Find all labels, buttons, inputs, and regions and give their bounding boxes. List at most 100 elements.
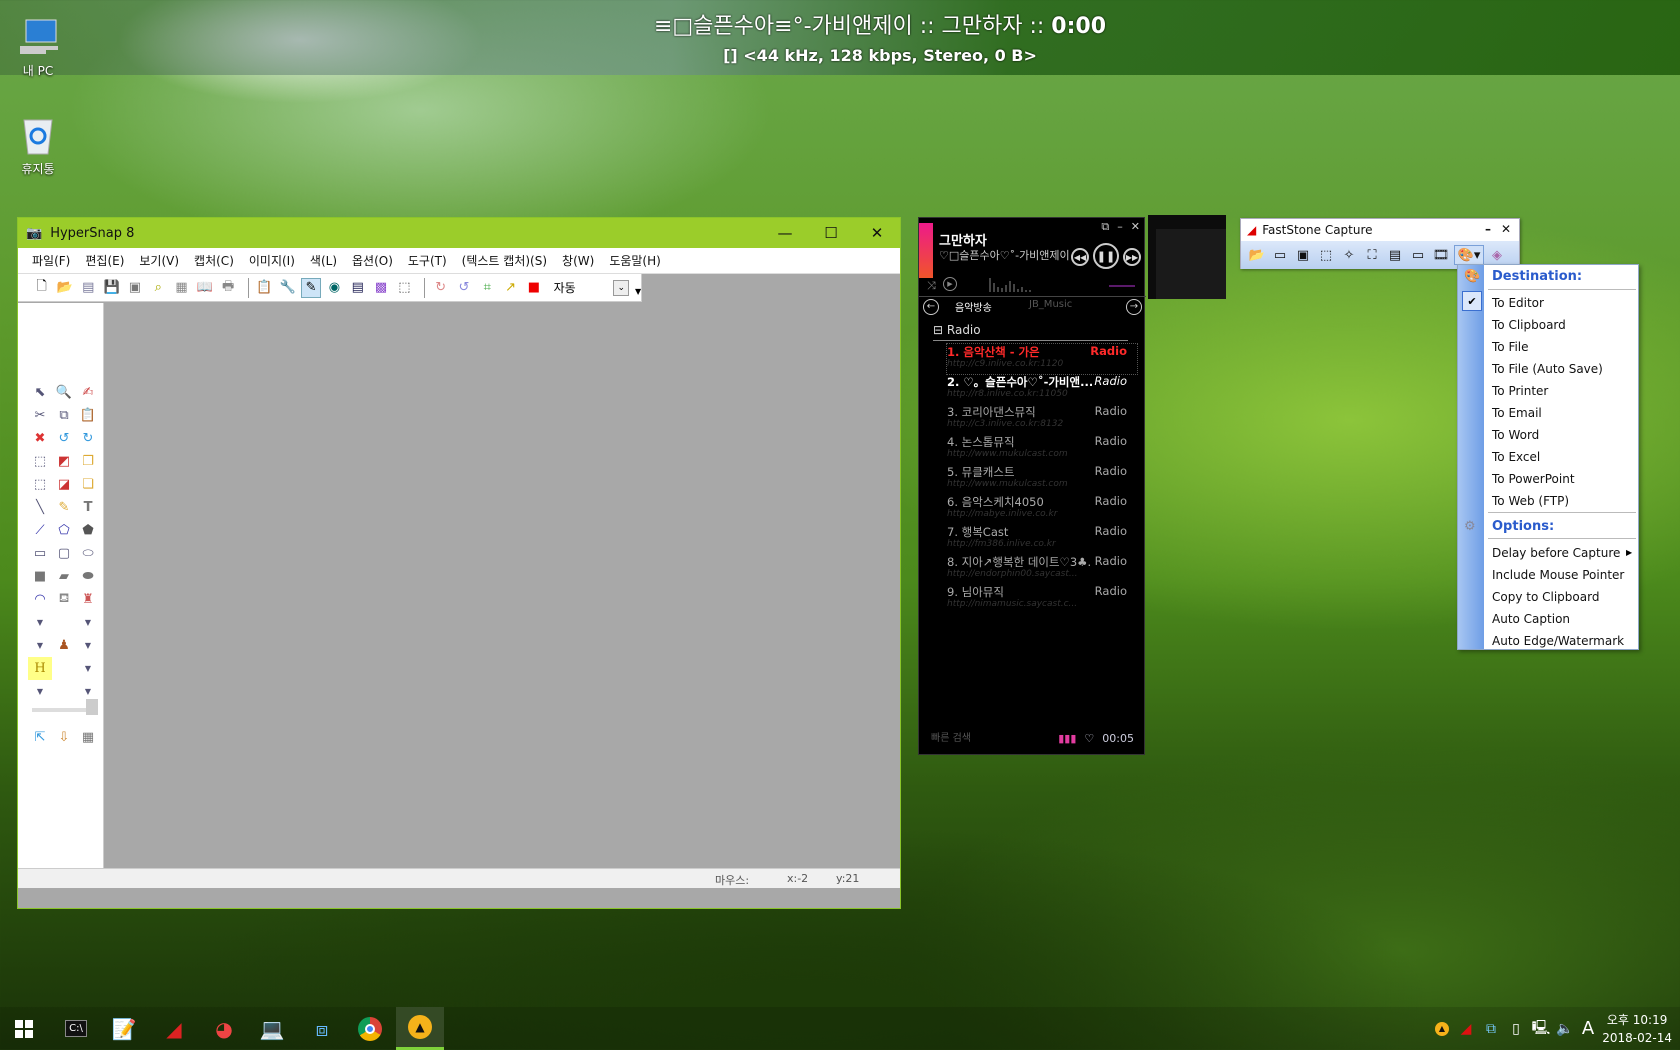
volume-bar[interactable] — [1109, 285, 1135, 287]
pencil-icon[interactable]: ✎ — [52, 496, 76, 519]
capture-active-icon[interactable]: ▩ — [371, 278, 390, 298]
menu-item-to-word[interactable]: To Word — [1492, 425, 1632, 445]
stamp-pen-icon[interactable]: ✍ — [76, 381, 100, 404]
polygon-icon[interactable]: ⬠ — [52, 519, 76, 542]
playlist-group[interactable]: ⊟ Radio — [933, 323, 981, 337]
filled-polygon-icon[interactable]: ⬟ — [76, 519, 100, 542]
save-icon[interactable]: 💾 — [102, 278, 121, 298]
color-icon[interactable]: ■ — [524, 278, 543, 298]
taskbar-faststone[interactable]: ◢ — [150, 1007, 198, 1050]
menu-option-copy-to-clipboard[interactable]: Copy to Clipboard — [1492, 587, 1632, 607]
filled-rounded-rect-icon[interactable]: ▰ — [52, 565, 76, 588]
zoom-dropdown[interactable]: ⌄ — [613, 279, 629, 296]
color-dropdown[interactable]: ▼ — [28, 680, 52, 703]
pause-button[interactable]: ❚❚ — [1093, 243, 1119, 269]
import-icon[interactable]: ⇩ — [52, 726, 76, 749]
ellipse-icon[interactable]: ⬭ — [76, 542, 100, 565]
menu-item-to-web-ftp[interactable]: To Web (FTP) — [1492, 491, 1632, 511]
taskbar-notepad[interactable]: 📝 — [100, 1007, 148, 1050]
capture-window-icon[interactable]: ◉ — [325, 278, 344, 298]
cut-icon[interactable]: ✂ — [28, 404, 52, 427]
capture-scrolling-icon[interactable]: ▤ — [1385, 245, 1405, 265]
close-button[interactable]: ✕ — [854, 218, 900, 248]
thumbnails-icon[interactable]: ▦ — [172, 278, 191, 298]
taskbar-aimp[interactable]: ▲ — [396, 1007, 444, 1050]
tray-ethernet-icon[interactable]: 🖳 — [1530, 1007, 1552, 1050]
copy-icon[interactable]: ⧉ — [52, 404, 76, 427]
bring-front-icon[interactable]: ❐ — [76, 450, 100, 473]
capture-settings-icon[interactable]: ✎ — [301, 277, 321, 298]
start-button[interactable] — [0, 1007, 48, 1050]
open-icon[interactable]: 📂 — [1247, 245, 1267, 265]
opacity-slider-handle[interactable] — [86, 699, 98, 715]
menu-image[interactable]: 이미지(I) — [249, 252, 295, 269]
new-icon[interactable]: 🗋 — [32, 278, 51, 298]
station-item[interactable]: 7. 행복Cast Radio http://fm386.inlive.co.kr — [947, 524, 1137, 554]
menu-file[interactable]: 파일(F) — [32, 252, 70, 269]
stamp-dropdown[interactable]: ▼ — [28, 634, 52, 657]
mini-mode-icon[interactable]: ⧉ — [1101, 220, 1109, 234]
station-item[interactable]: 8. 지아↗행복한 데이트♡3♣... Radio http://endorphin… — [947, 554, 1137, 584]
menu-option-auto-edge-watermark[interactable]: Auto Edge/Watermark — [1492, 631, 1632, 651]
settings-wrench-icon[interactable]: 🔧 — [278, 278, 297, 298]
capture-region-icon[interactable]: ⬚ — [395, 278, 414, 298]
spray-icon[interactable]: ♜ — [76, 588, 100, 611]
taskbar-partition-tool[interactable]: ◕ — [200, 1007, 248, 1050]
opacity-slider[interactable] — [32, 708, 94, 712]
redo-icon[interactable]: ↻ — [76, 427, 100, 450]
zoom-icon[interactable]: 🔍 — [52, 381, 76, 404]
station-item[interactable]: 5. 뮤클캐스트 Radio http://www.mukulcast.com — [947, 464, 1137, 494]
taskbar-network-admin[interactable]: 💻 — [248, 1007, 296, 1050]
menu-view[interactable]: 보기(V) — [139, 252, 179, 269]
minimize-button[interactable]: – — [1117, 220, 1123, 234]
select-edit-icon[interactable]: ◩ — [52, 450, 76, 473]
tab-radio[interactable]: 음악방송 — [955, 299, 992, 314]
menu-item-to-clipboard[interactable]: To Clipboard — [1492, 315, 1632, 335]
hypersnap-titlebar[interactable]: 📷 HyperSnap 8 — ☐ ✕ — [18, 218, 900, 248]
highlight-icon[interactable]: H — [28, 657, 52, 680]
menu-option-include-mouse-pointer[interactable]: Include Mouse Pointer — [1492, 565, 1632, 585]
capture-rectangle-icon[interactable]: ⬚ — [1316, 245, 1336, 265]
menu-item-to-file-auto-save[interactable]: To File (Auto Save) — [1492, 359, 1632, 379]
menu-item-to-email[interactable]: To Email — [1492, 403, 1632, 423]
menu-text-capture[interactable]: (텍스트 캡처)(S) — [462, 252, 547, 269]
station-item[interactable]: 1. 음악산책 - 가은 Radio http://c9.inlive.co.kr:… — [946, 343, 1138, 375]
close-button[interactable]: ✕ — [1131, 220, 1140, 234]
delete-icon[interactable]: ✖ — [28, 427, 52, 450]
menu-option-auto-caption[interactable]: Auto Caption — [1492, 609, 1632, 629]
line-icon[interactable]: ╲ — [28, 496, 52, 519]
station-item[interactable]: 3. 코리아댄스뮤직 Radio http://c3.inlive.co.kr:81… — [947, 404, 1137, 434]
fill-bucket-icon[interactable]: ⛾ — [52, 588, 76, 611]
tab-prev-button[interactable]: ← — [923, 299, 939, 315]
text-icon[interactable]: T — [76, 496, 100, 519]
quick-search-input[interactable]: 빠른 검색 — [931, 729, 971, 744]
tray-network-icon[interactable]: ⧉ — [1480, 1007, 1502, 1050]
ime-indicator[interactable]: A — [1578, 1007, 1598, 1050]
capture-freehand-icon[interactable]: ✧ — [1339, 245, 1359, 265]
menu-option-delay-before-capture[interactable]: Delay before Capture — [1492, 543, 1632, 563]
menu-item-to-printer[interactable]: To Printer — [1492, 381, 1632, 401]
menu-item-to-file[interactable]: To File — [1492, 337, 1632, 357]
line-style-dropdown[interactable]: ▼ — [28, 611, 52, 634]
faststone-titlebar[interactable]: ◢ FastStone Capture – ✕ — [1241, 219, 1519, 241]
resize-icon[interactable]: ↗ — [501, 278, 520, 298]
taskbar-command-prompt[interactable]: C:\ — [52, 1007, 100, 1050]
menu-options[interactable]: 옵션(O) — [352, 252, 393, 269]
taskbar-network-map[interactable]: ⧈ — [298, 1007, 346, 1050]
undo-icon[interactable]: ↺ — [52, 427, 76, 450]
crop-icon[interactable]: ⌗ — [478, 278, 497, 298]
region-edit-icon[interactable]: ◪ — [52, 473, 76, 496]
station-item[interactable]: 6. 음악스케치4050 Radio http://mabye.inlive.co.… — [947, 494, 1137, 524]
play-mode-icon[interactable]: ▶ — [943, 277, 957, 291]
equalizer-icon[interactable]: ▮▮▮ — [1058, 732, 1076, 745]
clock[interactable]: 오후 10:19 2018-02-14 — [1602, 1011, 1672, 1047]
minimize-button[interactable]: – — [1485, 222, 1491, 236]
presentation-icon[interactable]: ▦ — [76, 726, 100, 749]
collapse-icon[interactable]: ⊟ — [933, 323, 943, 337]
menu-color[interactable]: 색(L) — [310, 252, 337, 269]
tab-jb-music[interactable]: JB_Music — [1029, 299, 1072, 310]
next-button[interactable]: ▶▶ — [1123, 248, 1141, 266]
paste-icon[interactable]: 📋 — [76, 404, 100, 427]
previous-button[interactable]: ◀◀ — [1071, 248, 1089, 266]
find-icon[interactable]: ⌕ — [149, 278, 168, 298]
